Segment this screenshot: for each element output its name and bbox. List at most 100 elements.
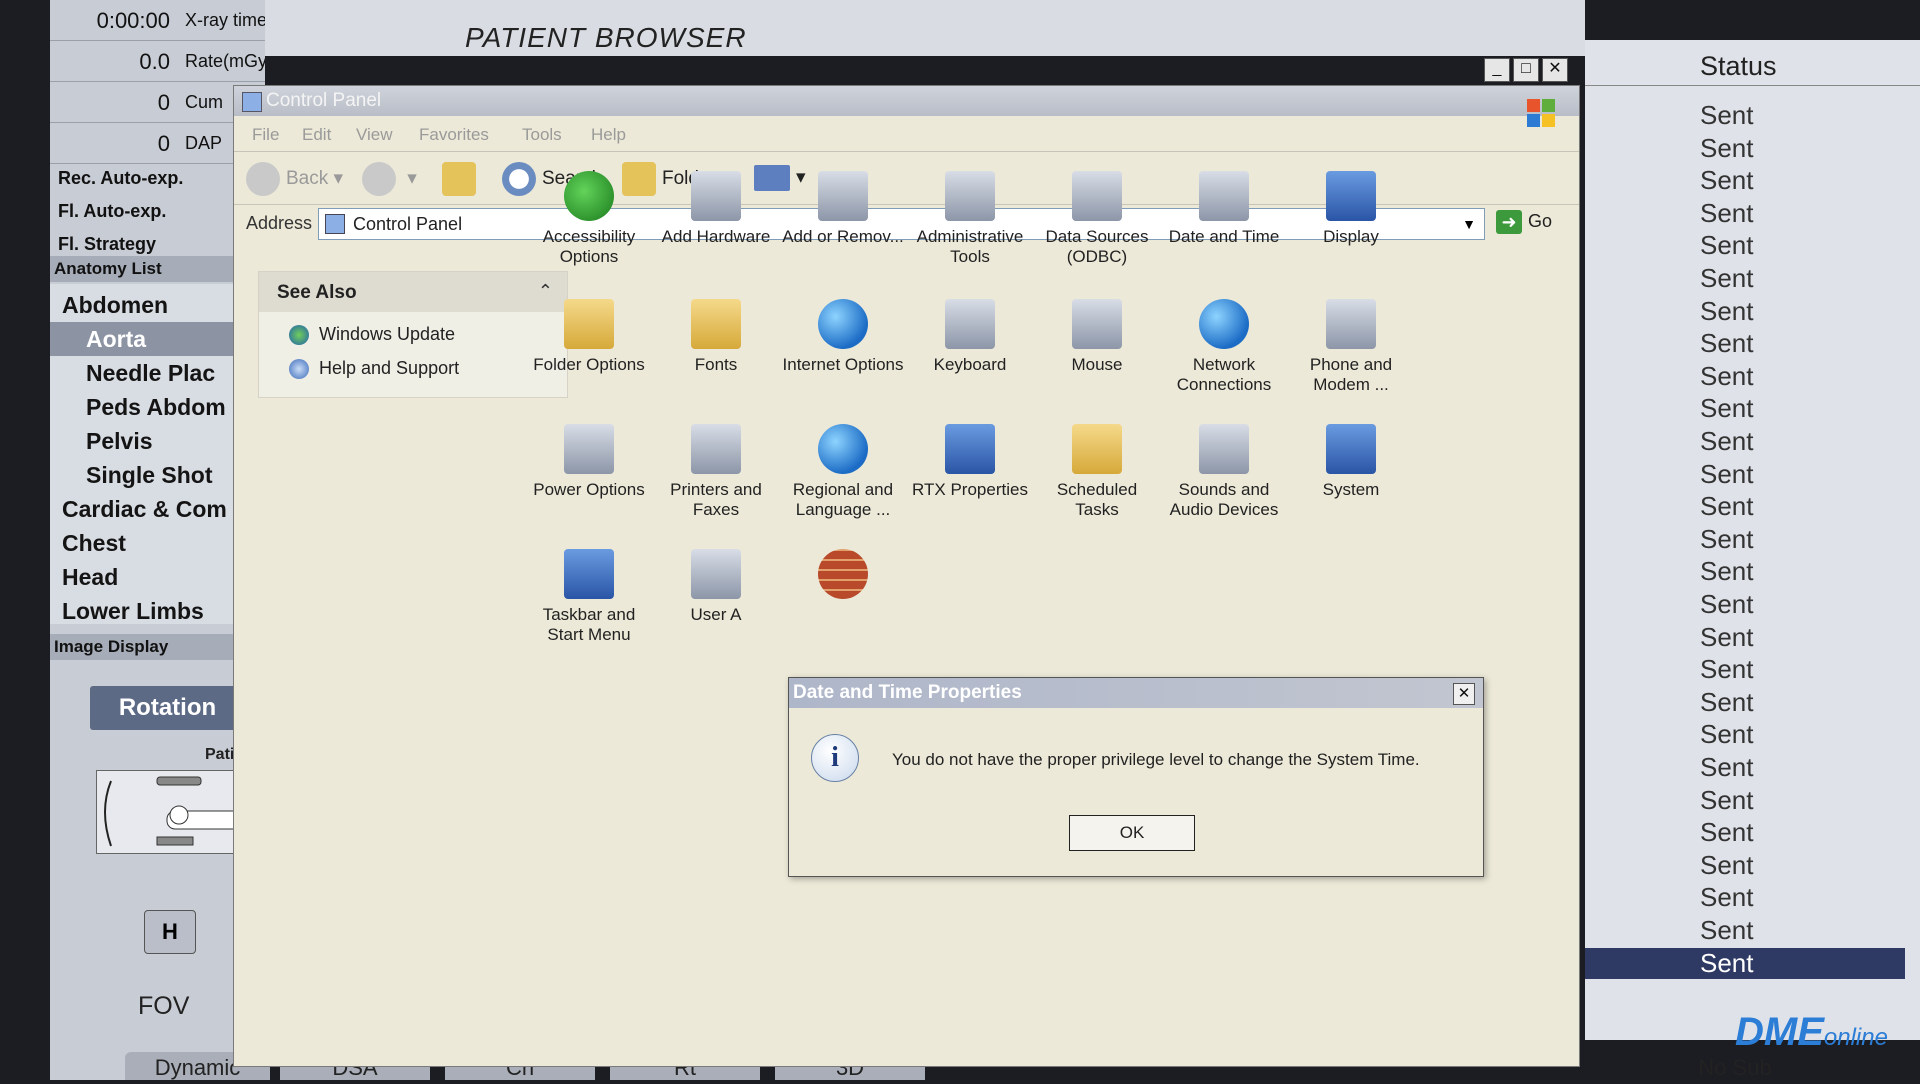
status-cell[interactable]: Sent: [1700, 328, 1754, 359]
control-panel-item[interactable]: Date and Time: [1160, 171, 1288, 247]
anatomy-item[interactable]: Head: [62, 560, 242, 594]
anatomy-item[interactable]: Lower Limbs: [62, 594, 242, 628]
status-cell[interactable]: Sent: [1700, 850, 1754, 881]
status-cell[interactable]: Sent: [1700, 296, 1754, 327]
status-cell[interactable]: Sent: [1700, 622, 1754, 653]
status-cell[interactable]: Sent: [1585, 947, 1905, 979]
minimize-button[interactable]: _: [1484, 58, 1510, 82]
status-cell[interactable]: Sent: [1700, 459, 1754, 490]
date-time-dialog: Date and Time Properties ✕ i You do not …: [788, 677, 1484, 877]
control-panel-item[interactable]: Network Connections: [1160, 299, 1288, 395]
control-panel-item[interactable]: Fonts: [652, 299, 780, 375]
anatomy-item[interactable]: Chest: [62, 526, 242, 560]
menu-help[interactable]: Help: [591, 125, 626, 145]
help-support-link[interactable]: Help and Support: [289, 358, 459, 380]
back-arrow-icon: [246, 162, 280, 196]
menu-edit[interactable]: Edit: [302, 125, 331, 145]
control-panel-item[interactable]: Scheduled Tasks: [1033, 424, 1161, 520]
status-header[interactable]: Status: [1585, 45, 1920, 86]
status-cell[interactable]: Sent: [1700, 263, 1754, 294]
status-cell[interactable]: Sent: [1700, 165, 1754, 196]
anatomy-item[interactable]: Abdomen: [62, 288, 242, 322]
status-cell[interactable]: Sent: [1700, 100, 1754, 131]
control-panel-item[interactable]: Administrative Tools: [906, 171, 1034, 267]
control-panel-item[interactable]: Display: [1287, 171, 1415, 247]
sounds-audio-icon: [1199, 424, 1249, 474]
back-button[interactable]: Back ▾: [246, 162, 343, 196]
anatomy-item[interactable]: Aorta: [50, 322, 262, 356]
status-cell[interactable]: Sent: [1700, 524, 1754, 555]
close-window-button[interactable]: ✕: [1542, 58, 1568, 82]
status-cell[interactable]: Sent: [1700, 882, 1754, 913]
status-cell[interactable]: Sent: [1700, 915, 1754, 946]
status-cell[interactable]: Sent: [1700, 654, 1754, 685]
status-cell[interactable]: Sent: [1700, 133, 1754, 164]
xray-time-label: X-ray time: [185, 10, 265, 30]
fonts-icon: [691, 299, 741, 349]
control-panel-titlebar[interactable]: Control Panel: [234, 86, 1579, 116]
status-cell[interactable]: Sent: [1700, 785, 1754, 816]
control-panel-item[interactable]: Mouse: [1033, 299, 1161, 375]
control-panel-item[interactable]: Internet Options: [779, 299, 907, 375]
menu-file[interactable]: File: [252, 125, 279, 145]
status-cell[interactable]: Sent: [1700, 230, 1754, 261]
control-panel-item[interactable]: Regional and Language ...: [779, 424, 907, 520]
go-button[interactable]: ➜ Go: [1496, 210, 1552, 234]
status-cell[interactable]: Sent: [1700, 752, 1754, 783]
dialog-titlebar[interactable]: Date and Time Properties ✕: [789, 678, 1483, 708]
menu-tools[interactable]: Tools: [522, 125, 562, 145]
h-button[interactable]: H: [144, 910, 196, 954]
power-options-icon: [564, 424, 614, 474]
control-panel-item[interactable]: Data Sources (ODBC): [1033, 171, 1161, 267]
control-panel-item[interactable]: System: [1287, 424, 1415, 500]
windows-update-link[interactable]: Windows Update: [289, 324, 455, 346]
status-cell[interactable]: Sent: [1700, 719, 1754, 750]
control-panel-item[interactable]: Folder Options: [525, 299, 653, 375]
maximize-button[interactable]: □: [1513, 58, 1539, 82]
control-panel-item[interactable]: RTX Properties: [906, 424, 1034, 500]
control-panel-item[interactable]: Keyboard: [906, 299, 1034, 375]
status-cell[interactable]: Sent: [1700, 687, 1754, 718]
control-panel-item[interactable]: [779, 549, 907, 605]
see-also-panel: See Also ⌃ Windows Update Help and Suppo…: [258, 271, 568, 398]
control-panel-item[interactable]: Printers and Faxes: [652, 424, 780, 520]
dialog-close-button[interactable]: ✕: [1453, 683, 1475, 705]
control-panel-item-label: Display: [1323, 227, 1379, 246]
menu-favorites[interactable]: Favorites: [419, 125, 489, 145]
control-panel-item[interactable]: Taskbar and Start Menu: [525, 549, 653, 645]
status-cell[interactable]: Sent: [1700, 198, 1754, 229]
control-panel-item[interactable]: Phone and Modem ...: [1287, 299, 1415, 395]
menu-view[interactable]: View: [356, 125, 393, 145]
control-panel-item[interactable]: Add Hardware: [652, 171, 780, 247]
control-panel-item-label: Fonts: [694, 355, 738, 374]
status-cell[interactable]: Sent: [1700, 361, 1754, 392]
rtx-properties-icon: [945, 424, 995, 474]
administrative-tools-icon: [945, 171, 995, 221]
see-also-title: See Also: [277, 282, 357, 303]
see-also-header[interactable]: See Also ⌃: [259, 272, 567, 312]
status-cell[interactable]: Sent: [1700, 491, 1754, 522]
rotation-button[interactable]: Rotation: [90, 686, 245, 730]
rate-value: 0.0: [139, 49, 170, 74]
status-cell[interactable]: Sent: [1700, 556, 1754, 587]
rate-row: 0.0 Rate(mGy/min): [50, 41, 265, 82]
control-panel-item[interactable]: Accessibility Options: [525, 171, 653, 267]
forward-arrow-icon: [362, 162, 396, 196]
status-cell[interactable]: Sent: [1700, 426, 1754, 457]
address-dropdown-icon[interactable]: ▼: [1458, 213, 1480, 235]
control-panel-item[interactable]: Power Options: [525, 424, 653, 500]
status-cell[interactable]: Sent: [1700, 589, 1754, 620]
status-cell[interactable]: Sent: [1700, 393, 1754, 424]
bottom-tab[interactable]: No Sub: [1675, 1052, 1795, 1080]
forward-button[interactable]: ▾: [362, 162, 417, 196]
status-cell[interactable]: Sent: [1700, 817, 1754, 848]
control-panel-item-label: Regional and Language ...: [792, 480, 894, 519]
control-panel-item[interactable]: Add or Remov...: [779, 171, 907, 247]
status-header-label: Status: [1700, 51, 1777, 81]
address-label: Address: [246, 213, 313, 233]
control-panel-item[interactable]: Sounds and Audio Devices: [1160, 424, 1288, 520]
control-panel-item[interactable]: User A: [652, 549, 780, 625]
up-folder-button[interactable]: [442, 162, 482, 196]
ok-button[interactable]: OK: [1069, 815, 1195, 851]
anatomy-item[interactable]: Cardiac & Com: [62, 492, 242, 526]
